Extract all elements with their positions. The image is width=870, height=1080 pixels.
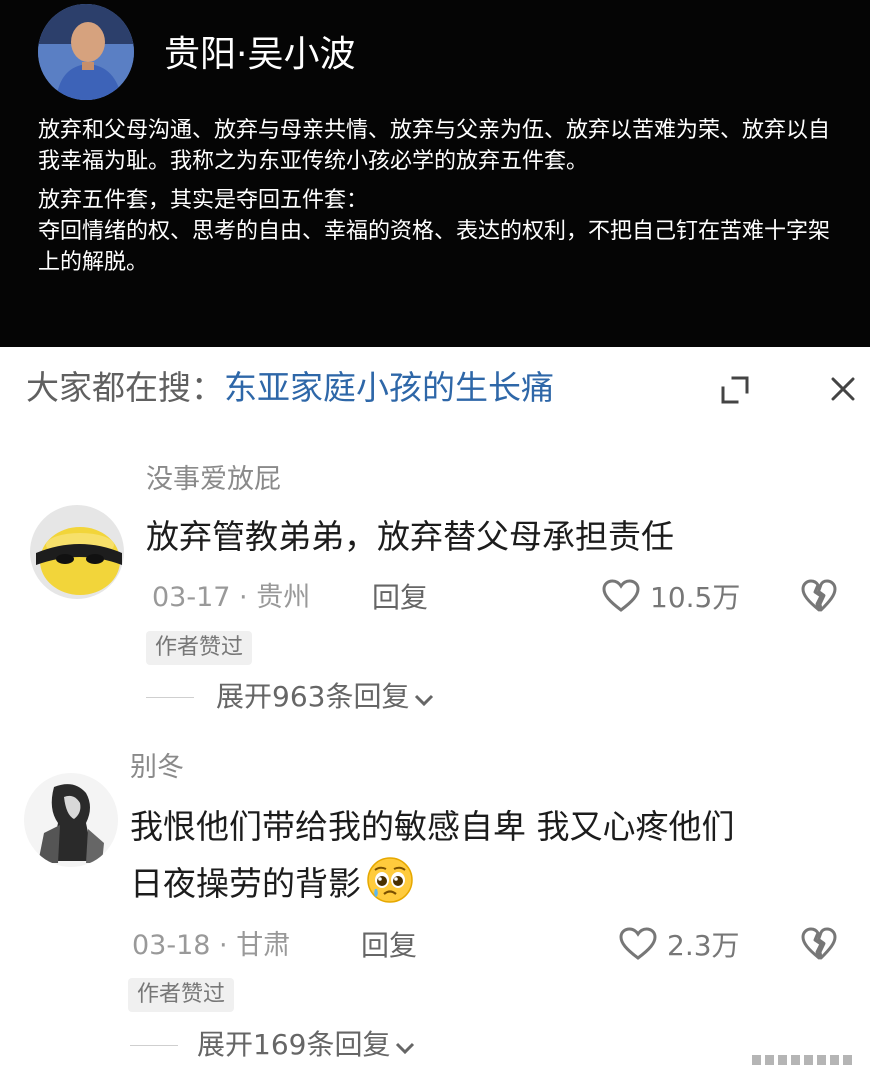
comment-username[interactable]: 别冬 (130, 750, 184, 786)
like-count: 2.3万 (667, 929, 740, 962)
commenter-avatar[interactable] (24, 773, 118, 867)
comment-location: 甘肃 (236, 930, 291, 961)
broken-heart-icon[interactable] (800, 926, 838, 962)
reply-button[interactable]: 回复 (361, 928, 417, 964)
chevron-down-icon (394, 1028, 416, 1064)
comment-text-line-2-text: 日夜操劳的背影 (130, 864, 361, 903)
comment-item: 别冬 我恨他们带给我的敏感自卑 我又心疼他们 日夜操劳的背影 03-18 · 甘… (0, 0, 870, 1080)
heart-outline-icon[interactable] (618, 926, 658, 962)
expand-replies-label: 展开169条回复 (197, 1028, 391, 1061)
comment-text-line-1: 我恨他们带给我的敏感自卑 我又心疼他们 (130, 807, 735, 846)
comment-date: 03-18 (132, 930, 211, 961)
watermark (752, 1052, 862, 1066)
divider-line (130, 1045, 178, 1046)
expand-replies-button[interactable]: 展开169条回复 (197, 1027, 416, 1064)
pleading-face-icon (365, 855, 415, 922)
author-liked-badge: 作者赞过 (128, 978, 235, 1012)
comment-meta: 03-18 · 甘肃 (132, 928, 290, 964)
comment-text: 我恨他们带给我的敏感自卑 我又心疼他们 日夜操劳的背影 (130, 799, 735, 922)
meta-dot: · (210, 930, 237, 961)
comment-text-line-2: 日夜操劳的背影 (130, 855, 735, 922)
